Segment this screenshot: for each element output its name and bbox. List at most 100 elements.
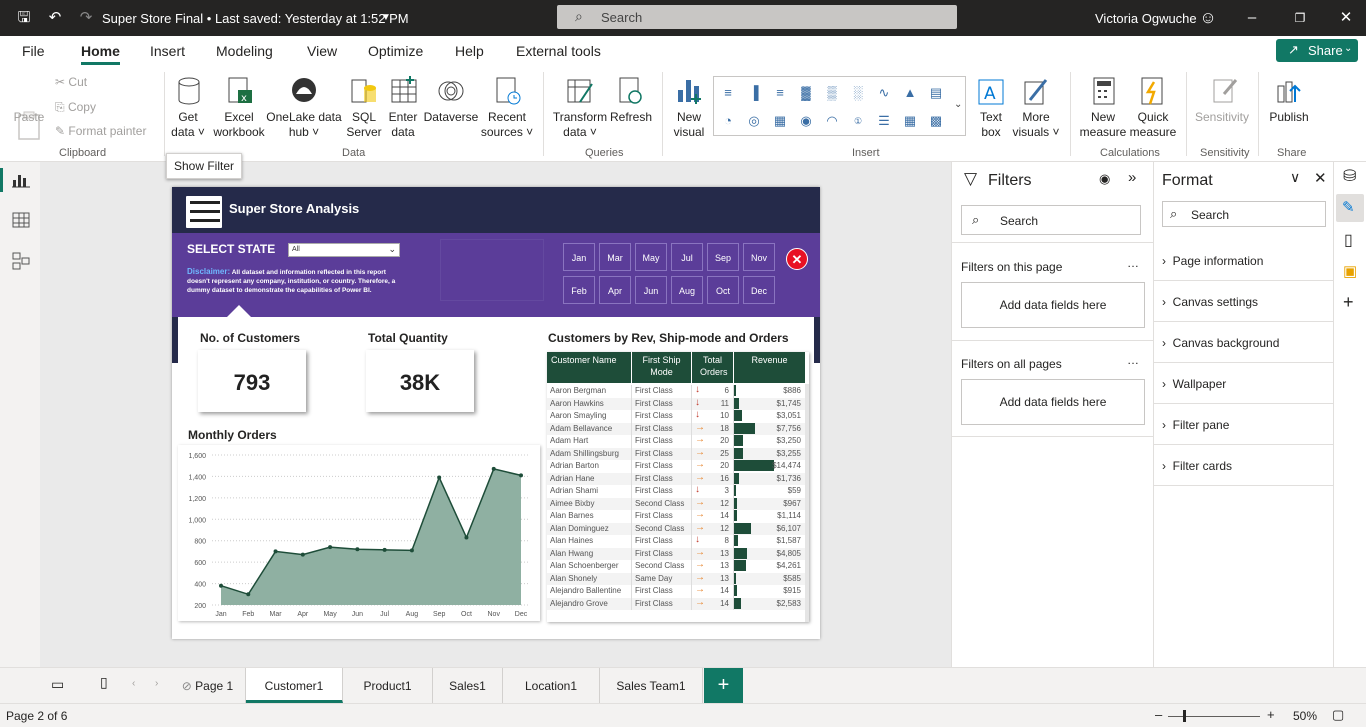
data-point[interactable] (300, 552, 305, 557)
table-row[interactable]: Aimee Bixby Second Class 12 → $967 (547, 497, 809, 510)
new-measure-button[interactable]: New measure (1076, 110, 1130, 140)
table-row[interactable]: Alan Dominguez Second Class 12 → $6,107 (547, 522, 809, 535)
table-row[interactable]: Aaron Bergman First Class 6 ↓ $886 (547, 384, 809, 398)
month-button-mar[interactable]: Mar (599, 243, 631, 271)
scroll-left-icon[interactable]: ‹ (132, 678, 135, 689)
col-header-revenue[interactable]: Revenue (733, 352, 805, 383)
page-tab-customer1[interactable]: Customer1 (246, 668, 343, 703)
stacked-bar-icon[interactable]: ≡ (718, 83, 738, 103)
collapse-icon[interactable]: » (1128, 169, 1136, 186)
clustered-bar-icon[interactable]: ≡ (770, 83, 790, 103)
publish-button[interactable]: Publish (1264, 110, 1314, 125)
month-button-aug[interactable]: Aug (671, 276, 703, 304)
eye-icon[interactable]: ◉ (1099, 171, 1110, 187)
save-icon[interactable]: 🖫 (14, 8, 34, 28)
model-view-icon[interactable] (12, 252, 30, 270)
format-page-information[interactable]: › Page information (1162, 254, 1263, 268)
table-row[interactable]: Alan Haines First Class 8 ↓ $1,587 (547, 534, 809, 548)
report-view-icon[interactable] (12, 172, 30, 188)
more-options-icon[interactable]: … (1127, 353, 1139, 367)
copy-button[interactable]: ⎘ Copy (55, 100, 96, 115)
table-row[interactable]: Alan Barnes First Class 14 → $1,114 (547, 509, 809, 523)
data-point[interactable] (519, 473, 523, 478)
page-filter-drop-zone[interactable]: Add data fields here (961, 282, 1145, 328)
more-visuals-button[interactable]: More visuals ˅ (1010, 110, 1062, 140)
get-data-button[interactable]: Get data ˅ (168, 110, 208, 140)
table-scrollbar[interactable] (805, 384, 809, 622)
table-row[interactable]: Adrian Hane First Class 16 → $1,736 (547, 472, 809, 485)
format-wallpaper[interactable]: › Wallpaper (1162, 377, 1226, 391)
table-view-icon[interactable] (12, 212, 30, 228)
restore-icon[interactable]: ❐ (1290, 8, 1310, 28)
multi-row-card-icon[interactable]: ☰ (874, 111, 894, 131)
month-button-nov[interactable]: Nov (743, 243, 775, 271)
table-row[interactable]: Adam Bellavance First Class 18 → $7,756 (547, 422, 809, 435)
format-canvas-settings[interactable]: › Canvas settings (1162, 295, 1258, 309)
zoom-slider-thumb[interactable] (1183, 710, 1186, 722)
data-point[interactable] (219, 583, 223, 588)
scroll-right-icon[interactable]: › (155, 678, 158, 689)
format-filter-pane[interactable]: › Filter pane (1162, 418, 1229, 432)
zoom-slider[interactable] (1168, 716, 1260, 717)
month-button-may[interactable]: May (635, 243, 667, 271)
bookmark-icon[interactable]: ▯ (1344, 230, 1353, 250)
chevron-down-icon[interactable]: ∨ (1290, 169, 1300, 186)
page-tab-sales1[interactable]: Sales1 (433, 668, 503, 703)
tab-modeling[interactable]: Modeling (216, 43, 273, 59)
percent-column-icon[interactable]: ▒ (822, 83, 842, 103)
table-row[interactable]: Aaron Hawkins First Class 11 ↓ $1,745 (547, 397, 809, 410)
waterfall-icon[interactable]: ▤ (926, 83, 946, 103)
data-point[interactable] (328, 545, 333, 550)
format-filter-cards[interactable]: › Filter cards (1162, 459, 1232, 473)
table-row[interactable]: Alejandro Ballentine First Class 14 → $915 (547, 584, 809, 598)
tab-external-tools[interactable]: External tools (516, 43, 601, 59)
tab-file[interactable]: File (22, 43, 45, 59)
data-point[interactable] (246, 592, 251, 597)
redo-icon[interactable]: ↷ (76, 8, 96, 28)
table-row[interactable]: Adam Shillingsburg First Class 25 → $3,255 (547, 447, 809, 460)
add-pane-icon[interactable]: + (1343, 292, 1354, 313)
data-point[interactable] (491, 466, 496, 471)
page-tab-page1[interactable]: ⊘ Page 1 (170, 668, 246, 703)
chevron-down-icon[interactable]: ⌄ (954, 99, 962, 110)
line-chart-icon[interactable]: ∿ (874, 83, 894, 103)
close-icon[interactable]: ✕ (1314, 169, 1327, 187)
ribbon-chart-icon[interactable]: ░ (848, 83, 868, 103)
text-box-button[interactable]: Text box (972, 110, 1010, 140)
table-visual-icon[interactable]: ▦ (900, 111, 920, 131)
table-row[interactable]: Adrian Shami First Class 3 ↓ $59 (547, 484, 809, 498)
table-row[interactable]: Aaron Smayling First Class 10 ↓ $3,051 (547, 409, 809, 423)
month-button-jul[interactable]: Jul (671, 243, 703, 271)
format-pane-button[interactable]: ✎ (1336, 194, 1364, 222)
fit-to-page-icon[interactable]: ▢ (1332, 707, 1344, 723)
selection-icon[interactable]: ▣ (1343, 262, 1357, 280)
area-chart-icon[interactable]: ▲ (900, 83, 920, 103)
filters-search-input[interactable]: ⌕ Search (961, 205, 1141, 235)
table-row[interactable]: Alan Hwang First Class 13 → $4,805 (547, 547, 809, 560)
data-point[interactable] (437, 475, 442, 480)
recent-sources-button[interactable]: Recent sources ˅ (478, 110, 536, 140)
transform-data-button[interactable]: Transform data ˅ (552, 110, 608, 140)
data-point[interactable] (273, 549, 278, 554)
stacked-column-icon[interactable]: ▐ (744, 83, 764, 103)
format-search-input[interactable]: ⌕ Search (1162, 201, 1326, 227)
chevron-down-icon[interactable]: ▼ (376, 8, 396, 28)
data-point[interactable] (464, 535, 469, 540)
format-canvas-background[interactable]: › Canvas background (1162, 336, 1279, 350)
clustered-column-icon[interactable]: ▓ (796, 83, 816, 103)
table-row[interactable]: Alejandro Grove First Class 14 → $2,583 (547, 597, 809, 610)
minimize-icon[interactable]: – (1242, 8, 1262, 28)
close-filter-icon[interactable]: ✕ (786, 248, 808, 270)
desktop-layout-icon[interactable]: ▭ (51, 676, 64, 693)
pie-chart-icon[interactable]: ◔ (718, 111, 738, 131)
table-row[interactable]: Alan Schoenberger Second Class 13 → $4,261 (547, 559, 809, 573)
mobile-layout-icon[interactable]: ▯ (100, 674, 108, 691)
zoom-out-icon[interactable]: – (1155, 707, 1162, 722)
sql-server-button[interactable]: SQL Server (344, 110, 384, 140)
map-icon[interactable]: ◉ (796, 111, 816, 131)
month-button-jun[interactable]: Jun (635, 276, 667, 304)
cut-button[interactable]: ✂ Cut (55, 75, 87, 89)
zoom-in-icon[interactable]: + (1267, 707, 1275, 722)
month-button-oct[interactable]: Oct (707, 276, 739, 304)
sensitivity-button[interactable]: Sensitivity (1192, 110, 1252, 125)
